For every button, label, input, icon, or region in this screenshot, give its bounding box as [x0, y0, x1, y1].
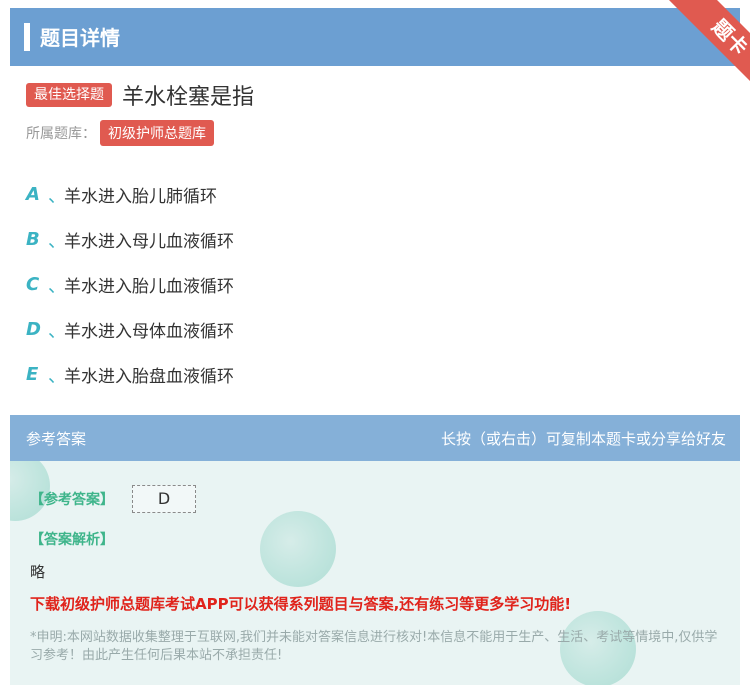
- answer-label: 【参考答案】: [30, 492, 114, 508]
- watermark-logo-icon: [260, 511, 336, 587]
- option-letter: C: [26, 274, 40, 295]
- analysis-text: 略: [30, 563, 46, 581]
- option-text: 羊水进入胎儿肺循环: [64, 187, 217, 207]
- share-hint: 长按（或右击）可复制本题卡或分享给好友: [440, 430, 726, 448]
- option-e[interactable]: E 、 羊水进入胎盘血液循环: [26, 352, 234, 397]
- option-a[interactable]: A 、 羊水进入胎儿肺循环: [26, 172, 234, 217]
- corner-ribbon: 题卡: [652, 0, 750, 110]
- option-c[interactable]: C 、 羊水进入胎儿血液循环: [26, 262, 234, 307]
- option-letter: E: [26, 364, 39, 385]
- option-separator: 、: [48, 230, 66, 252]
- answer-value: D: [132, 485, 196, 513]
- option-separator: 、: [48, 365, 66, 387]
- option-b[interactable]: B 、 羊水进入母儿血液循环: [26, 217, 234, 262]
- option-text: 羊水进入母儿血液循环: [64, 232, 234, 252]
- question-row: 最佳选择题 羊水栓塞是指: [26, 80, 254, 110]
- answer-header-bar: 参考答案 长按（或右击）可复制本题卡或分享给好友: [10, 415, 740, 461]
- header-accent: [24, 23, 30, 51]
- question-bank-row: 所属题库： 初级护师总题库: [26, 120, 214, 146]
- options-list: A 、 羊水进入胎儿肺循环 B 、 羊水进入母儿血液循环 C 、 羊水进入胎儿血…: [26, 172, 234, 397]
- option-text: 羊水进入胎儿血液循环: [64, 277, 234, 297]
- app-download-promo[interactable]: 下载初级护师总题库考试APP可以获得系列题目与答案,还有练习等更多学习功能!: [30, 593, 571, 614]
- option-text: 羊水进入母体血液循环: [64, 322, 234, 342]
- answer-bar-title: 参考答案: [26, 430, 87, 448]
- option-separator: 、: [48, 275, 66, 297]
- option-text: 羊水进入胎盘血液循环: [64, 367, 234, 387]
- option-letter: D: [26, 319, 41, 340]
- option-letter: A: [26, 184, 40, 205]
- header-bar: 题目详情: [10, 8, 740, 66]
- page-title: 题目详情: [40, 26, 120, 50]
- option-letter: B: [26, 229, 40, 250]
- analysis-label: 【答案解析】: [30, 532, 114, 548]
- disclaimer-text: *申明:本网站数据收集整理于互联网,我们并未能对答案信息进行核对!本信息不能用于…: [30, 630, 718, 663]
- question-type-badge: 最佳选择题: [26, 83, 112, 107]
- bank-link[interactable]: 初级护师总题库: [100, 120, 214, 146]
- option-separator: 、: [48, 185, 66, 207]
- question-title: 羊水栓塞是指: [122, 85, 255, 110]
- option-separator: 、: [48, 320, 66, 342]
- option-d[interactable]: D 、 羊水进入母体血液循环: [26, 307, 234, 352]
- answer-panel: 【参考答案】 D 【答案解析】 略 下载初级护师总题库考试APP可以获得系列题目…: [10, 461, 740, 685]
- ribbon-label: 题卡: [668, 0, 750, 99]
- bank-label: 所属题库：: [26, 126, 96, 142]
